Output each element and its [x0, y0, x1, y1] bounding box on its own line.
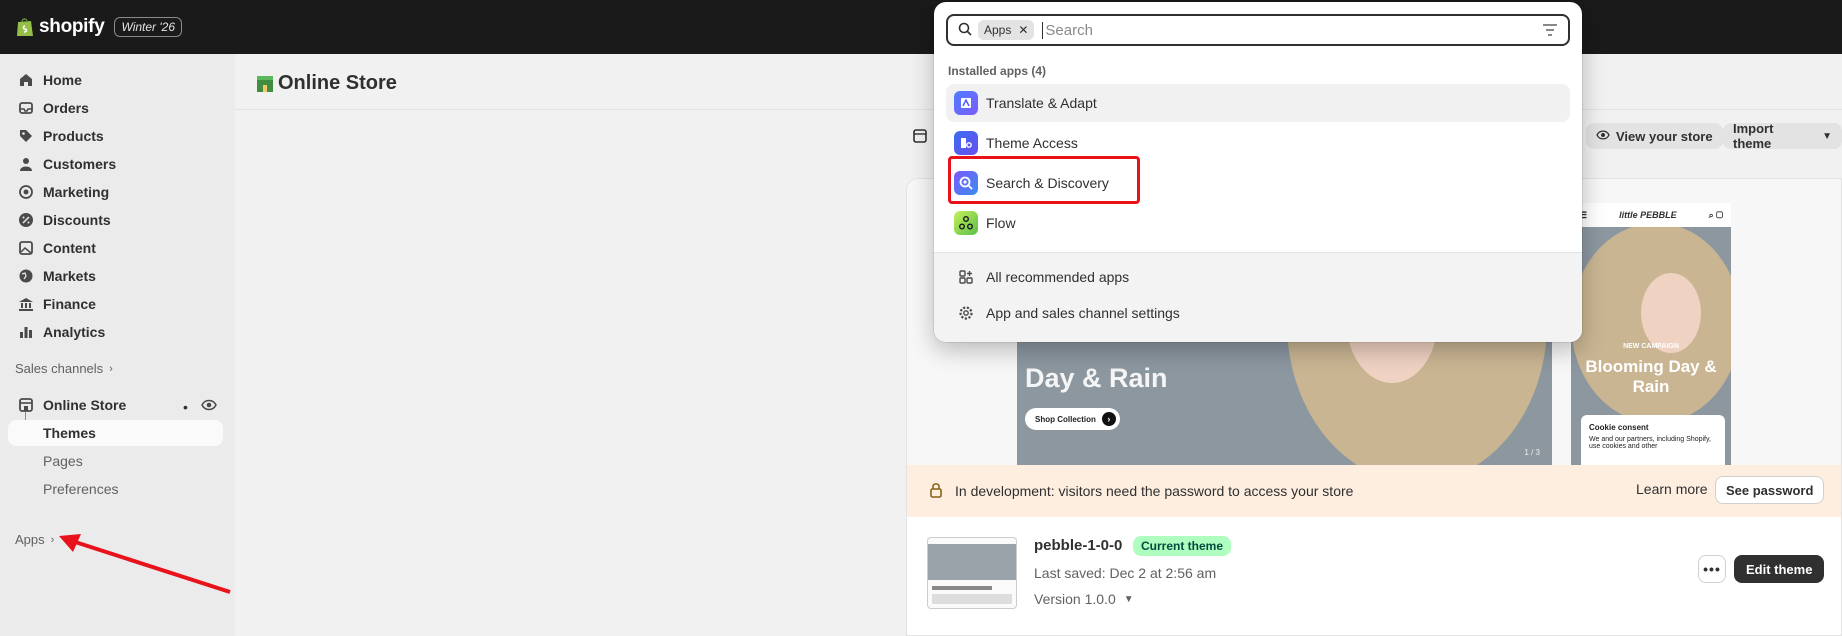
mobile-title: Blooming Day & Rain — [1585, 357, 1717, 396]
last-saved-text: Last saved: Dec 2 at 2:56 am — [1034, 565, 1217, 581]
view-store-button[interactable]: View your store — [1586, 123, 1723, 149]
target-icon — [18, 184, 34, 200]
shopify-bag-icon — [17, 18, 33, 36]
apps-grid-icon — [958, 269, 974, 285]
theme-icon — [913, 129, 927, 143]
chevron-down-icon: ▼ — [1822, 130, 1832, 142]
learn-more-link[interactable]: Learn more — [1636, 481, 1708, 497]
home-icon — [18, 72, 34, 88]
flow-app-icon — [954, 211, 978, 235]
sidebar-subitem-preferences[interactable]: Preferences — [8, 476, 223, 502]
apps-header[interactable]: Apps › — [15, 532, 54, 547]
inbox-icon — [18, 100, 34, 116]
all-recommended-apps-link[interactable]: All recommended apps — [946, 260, 1570, 294]
mobile-brand: little PEBBLE — [1619, 210, 1677, 220]
version-selector[interactable]: Version 1.0.0 ▼ — [1034, 591, 1134, 607]
edit-theme-button[interactable]: Edit theme — [1734, 555, 1825, 583]
preview-face — [1641, 273, 1701, 353]
edition-badge[interactable]: Winter '26 — [114, 17, 183, 37]
search-field[interactable]: Apps ✕ — [946, 14, 1570, 46]
discount-icon — [18, 212, 34, 228]
arrow-right-icon: › — [1101, 412, 1116, 426]
cart-icon: ⌕ ▢ — [1708, 209, 1723, 220]
tag-icon — [18, 128, 34, 144]
shopify-logo[interactable]: shopify — [16, 16, 105, 38]
sidebar-item-customers[interactable]: Customers — [8, 151, 223, 177]
lock-icon — [929, 482, 943, 501]
sidebar-item-marketing[interactable]: Marketing — [8, 179, 223, 205]
theme-access-app-icon — [954, 131, 978, 155]
thumb-content — [932, 594, 1012, 604]
more-actions-button[interactable]: ••• — [1698, 555, 1726, 583]
app-item-flow[interactable]: Flow — [946, 204, 1570, 242]
app-item-theme-access[interactable]: Theme Access — [946, 124, 1570, 162]
bar-chart-icon — [18, 324, 34, 340]
thumb-content — [932, 586, 992, 590]
eye-icon[interactable] — [201, 398, 217, 415]
search-discovery-app-icon — [954, 171, 978, 195]
page-title: Online Store — [255, 72, 397, 95]
globe-icon — [18, 268, 34, 284]
search-input[interactable] — [1042, 21, 1523, 39]
development-banner: In development: visitors need the passwo… — [907, 465, 1841, 517]
preview-pager: 1 / 3 — [1524, 448, 1540, 457]
preview-shop-button: Shop Collection › — [1025, 408, 1120, 430]
theme-name: pebble-1-0-0 — [1034, 537, 1123, 554]
online-store-icon — [257, 75, 273, 92]
app-item-translate-adapt[interactable]: Translate & Adapt — [946, 84, 1570, 122]
chevron-down-icon: ▼ — [1123, 593, 1134, 605]
bank-icon — [18, 296, 34, 312]
sidebar-item-orders[interactable]: Orders — [8, 95, 223, 121]
close-icon[interactable]: ✕ — [1018, 23, 1028, 37]
search-icon — [958, 22, 972, 39]
unsaved-dot: • — [183, 399, 188, 415]
chevron-right-icon: › — [109, 362, 113, 375]
installed-apps-header: Installed apps (4) — [948, 64, 1047, 78]
eye-icon — [1596, 129, 1610, 144]
sidebar-item-home[interactable]: Home — [8, 67, 223, 93]
mobile-campaign-label: NEW CAMPAIGN — [1623, 343, 1679, 350]
thumb-hero — [928, 544, 1016, 580]
store-icon — [18, 397, 34, 413]
person-icon — [18, 156, 34, 172]
image-icon — [18, 240, 34, 256]
sidebar-item-analytics[interactable]: Analytics — [8, 319, 223, 345]
sidebar-item-markets[interactable]: Markets — [8, 263, 223, 289]
sales-channels-header[interactable]: Sales channels › — [15, 361, 113, 376]
sidebar-item-online-store[interactable]: Online Store — [8, 392, 223, 418]
app-settings-link[interactable]: App and sales channel settings — [946, 296, 1570, 330]
current-theme-badge: Current theme — [1133, 536, 1232, 556]
theme-thumbnail[interactable] — [927, 537, 1017, 609]
sidebar-item-content[interactable]: Content — [8, 235, 223, 261]
preview-headline: Day & Rain — [1025, 363, 1168, 393]
brand-name: shopify — [39, 16, 105, 37]
sidebar-item-products[interactable]: Products — [8, 123, 223, 149]
sidebar-subitem-themes[interactable]: Themes — [8, 420, 223, 446]
mobile-header: ☰ little PEBBLE ⌕ ▢ — [1571, 203, 1731, 227]
mobile-preview-image: ☰ little PEBBLE ⌕ ▢ NEW CAMPAIGN Bloomin… — [1571, 203, 1731, 465]
sidebar-item-discounts[interactable]: Discounts — [8, 207, 223, 233]
sidebar-item-finance[interactable]: Finance — [8, 291, 223, 317]
theme-row: pebble-1-0-0 Current theme Last saved: D… — [907, 517, 1841, 635]
import-theme-button[interactable]: Import theme ▼ — [1723, 121, 1842, 151]
see-password-button[interactable]: See password — [1715, 476, 1825, 504]
search-popover: Apps ✕ Installed apps (4) Translate & Ad… — [934, 2, 1582, 342]
chevron-right-icon: › — [50, 533, 55, 546]
filter-icon[interactable] — [1542, 23, 1558, 40]
sidebar-subitem-pages[interactable]: Pages — [8, 448, 223, 474]
filter-chip-apps[interactable]: Apps ✕ — [978, 20, 1035, 40]
app-item-search-discovery[interactable]: Search & Discovery — [946, 164, 1570, 202]
cookie-consent-box: Cookie consent We and our partners, incl… — [1581, 415, 1725, 465]
gear-icon — [958, 305, 974, 321]
translate-app-icon — [954, 91, 978, 115]
